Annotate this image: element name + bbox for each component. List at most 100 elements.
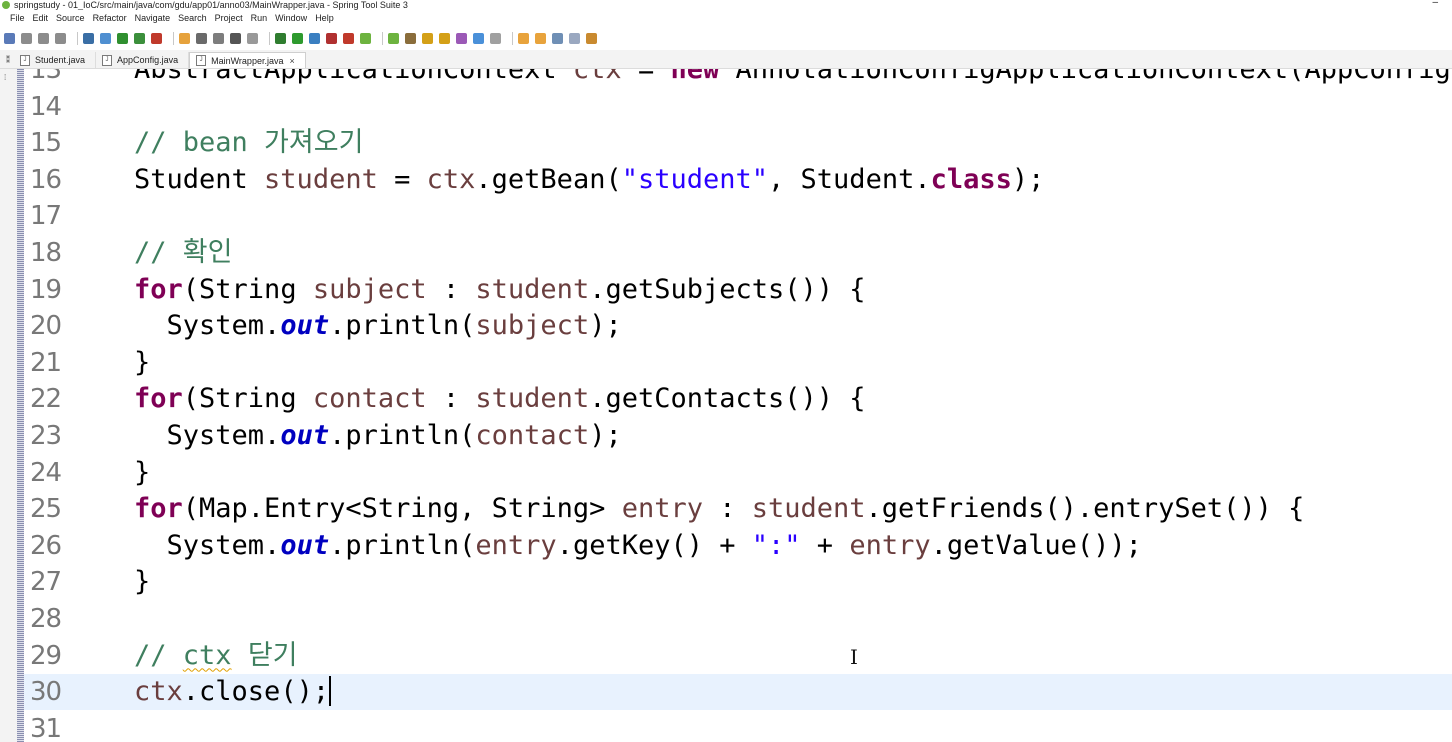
tab-mainwrapper-java[interactable]: J MainWrapper.java × — [189, 52, 306, 68]
line-number: 17 — [30, 201, 62, 232]
open-type-icon[interactable] — [422, 32, 433, 44]
code-token: .println( — [329, 310, 476, 342]
code-text: } — [134, 564, 150, 600]
tab-appconfig-java[interactable]: J AppConfig.java — [96, 52, 190, 68]
menu-bar: File Edit Source Refactor Navigate Search Proj… — [0, 11, 338, 26]
debug-icon[interactable] — [275, 32, 286, 44]
line-number: 23 — [30, 421, 62, 451]
tab-label: MainWrapper.java — [211, 55, 284, 66]
code-line[interactable]: 28 — [24, 601, 1452, 637]
code-line[interactable]: 23 System.out.println(contact); — [24, 418, 1452, 454]
code-token: ctx — [134, 676, 183, 708]
coverage-icon[interactable] — [309, 32, 320, 44]
line-number: 24 — [30, 457, 62, 488]
search-file-icon[interactable] — [456, 32, 467, 44]
save-all-icon[interactable] — [38, 32, 49, 44]
pilcrow-icon[interactable] — [230, 32, 241, 44]
code-token: // — [134, 639, 183, 671]
code-line[interactable]: 19 for(String subject : student.getSubjec… — [24, 272, 1452, 308]
search-icon[interactable] — [151, 32, 162, 44]
globe-icon[interactable] — [473, 32, 484, 44]
code-line[interactable]: 27} — [24, 564, 1452, 600]
format-icon[interactable] — [196, 32, 207, 44]
quick-access-icon[interactable]: ⁞ — [4, 74, 10, 82]
annotation-ruler[interactable] — [17, 69, 24, 742]
tab-list-icon[interactable]: ⁑ — [2, 52, 14, 68]
code-token: = — [377, 163, 427, 195]
code-line[interactable]: 26 System.out.println(entry.getKey() + "… — [24, 528, 1452, 564]
open-task-icon[interactable] — [439, 32, 450, 44]
code-token: student — [264, 163, 378, 195]
code-line[interactable]: 25 for(Map.Entry<String, String> entry : … — [24, 491, 1452, 527]
code-line[interactable]: 29 // ctx 닫기 — [24, 638, 1452, 674]
menu-project[interactable]: Project — [211, 11, 247, 26]
toggle-icon[interactable] — [83, 32, 94, 44]
code-text: for(Map.Entry<String, String> entry : st… — [134, 491, 1304, 527]
save-icon[interactable] — [21, 32, 32, 44]
toolbar-separator — [512, 31, 513, 45]
menu-window[interactable]: Window — [271, 11, 311, 26]
spring-icon[interactable] — [360, 32, 371, 44]
close-tab-icon[interactable]: × — [289, 53, 294, 69]
menu-navigate[interactable]: Navigate — [131, 11, 175, 26]
refresh-icon[interactable] — [134, 32, 145, 44]
code-token: AbstractApplicationContext — [134, 69, 573, 85]
back-icon[interactable] — [552, 32, 563, 44]
minimize-button[interactable]: – — [1432, 0, 1438, 8]
new-icon[interactable] — [4, 32, 15, 44]
code-line[interactable]: 18 // 확인 — [24, 235, 1452, 271]
table-icon[interactable] — [213, 32, 224, 44]
toolbar-separator — [173, 31, 174, 45]
forward-icon[interactable] — [569, 32, 580, 44]
line-number: 13 — [30, 69, 62, 85]
code-token: System. — [134, 310, 281, 342]
code-token: , Student. — [768, 163, 931, 195]
code-line[interactable]: 20 System.out.println(subject); — [24, 308, 1452, 344]
code-token: for — [134, 273, 183, 305]
code-line[interactable]: 21} — [24, 345, 1452, 381]
prev-annotation-icon[interactable] — [535, 32, 546, 44]
code-line[interactable]: 15 // bean 가져오기 — [24, 125, 1452, 161]
current-code-line[interactable]: 30 ctx.close(); — [24, 674, 1452, 711]
java-file-icon: J — [20, 54, 30, 66]
code-token: } — [134, 566, 151, 598]
external-tools-icon[interactable] — [343, 32, 354, 44]
code-token: // 확인 — [134, 237, 233, 268]
mark-icon[interactable] — [179, 32, 190, 44]
code-line[interactable]: 24} — [24, 455, 1452, 491]
menu-help[interactable]: Help — [311, 11, 338, 26]
code-line[interactable]: 14 — [24, 89, 1452, 125]
java-code-editor[interactable]: 13 AbstractApplicationContext ctx = new A… — [24, 69, 1452, 742]
java-file-icon: J — [196, 55, 207, 66]
code-line[interactable]: 16 Student student = ctx.getBean("student… — [24, 162, 1452, 198]
run-config-icon[interactable] — [117, 32, 128, 44]
code-line[interactable]: 17 — [24, 198, 1452, 234]
code-text: System.out.println(subject); — [134, 308, 622, 344]
pin-icon[interactable] — [586, 32, 597, 44]
menu-source[interactable]: Source — [52, 11, 89, 26]
toolbar-separator — [77, 31, 78, 45]
code-line[interactable]: 13 AbstractApplicationContext ctx = new A… — [24, 69, 1452, 88]
stop-icon[interactable] — [326, 32, 337, 44]
code-line[interactable]: 31 — [24, 711, 1452, 742]
menu-edit[interactable]: Edit — [29, 11, 53, 26]
server-icon[interactable] — [405, 32, 416, 44]
run-icon[interactable] — [292, 32, 303, 44]
next-annotation-icon[interactable] — [518, 32, 529, 44]
menu-run[interactable]: Run — [247, 11, 272, 26]
tab-student-java[interactable]: J Student.java — [14, 52, 97, 68]
code-token: entry — [621, 493, 703, 525]
annotation-icon[interactable] — [490, 32, 501, 44]
whitespace-icon[interactable] — [247, 32, 258, 44]
code-line[interactable]: 22 for(String contact : student.getContac… — [24, 381, 1452, 417]
code-token: ctx — [426, 163, 476, 195]
code-text: System.out.println(entry.getKey() + ":" … — [134, 528, 1142, 564]
menu-refactor[interactable]: Refactor — [89, 11, 131, 26]
print-icon[interactable] — [55, 32, 66, 44]
code-token: contact — [475, 420, 590, 451]
link-icon[interactable] — [100, 32, 111, 44]
menu-search[interactable]: Search — [174, 11, 211, 26]
boot-icon[interactable] — [388, 32, 399, 44]
menu-file[interactable]: File — [6, 11, 29, 26]
line-number: 19 — [30, 274, 62, 305]
